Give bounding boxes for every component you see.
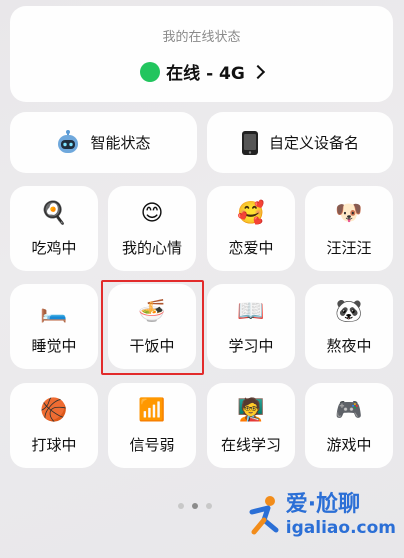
smart-status-button[interactable]: 智能状态 (10, 112, 197, 173)
custom-device-name-label: 自定义设备名 (268, 134, 359, 152)
status-tile-11[interactable]: 🧑‍🏫 在线学习 (207, 383, 295, 468)
custom-device-name-button[interactable]: 自定义设备名 (207, 112, 393, 173)
status-tile-4[interactable]: 🐶 汪汪汪 (305, 186, 393, 271)
status-tile-label: 信号弱 (129, 436, 175, 454)
status-value: 在线 - 4G (166, 64, 245, 84)
status-tile-label: 汪汪汪 (326, 239, 372, 257)
page-dot (178, 503, 184, 509)
status-tile-10[interactable]: 📶 信号弱 (108, 383, 196, 468)
status-tile-2[interactable]: 😊 我的心情 (108, 186, 196, 271)
chicken-pan-icon: 🍳 (40, 201, 68, 226)
status-tile-label: 恋爱中 (228, 239, 274, 257)
watermark-domain: igaliao.com (285, 518, 396, 538)
page-dot (206, 503, 212, 509)
online-study-icon: 🧑‍🏫 (237, 398, 265, 423)
basketball-icon: 🏀 (40, 398, 68, 423)
in-love-icon: 🥰 (237, 201, 265, 226)
watermark: 爱·尬聊 igaliao.com (246, 492, 396, 538)
dog-icon: 🐶 (335, 201, 363, 226)
status-tile-1[interactable]: 🍳 吃鸡中 (10, 186, 98, 271)
status-tile-label: 打球中 (31, 436, 77, 454)
status-tile-9[interactable]: 🏀 打球中 (10, 383, 98, 468)
gamepad-icon: 🎮 (335, 398, 363, 423)
book-icon: 📖 (237, 299, 265, 324)
status-tile-12[interactable]: 🎮 游戏中 (305, 383, 393, 468)
page-indicator (178, 503, 212, 509)
status-tile-label: 吃鸡中 (31, 239, 77, 257)
smart-status-label: 智能状态 (90, 134, 151, 152)
status-tile-label: 我的心情 (121, 239, 182, 257)
robot-icon (58, 129, 79, 153)
status-row[interactable]: 在线 - 4G (10, 59, 393, 84)
runner-logo-icon (249, 496, 279, 535)
chevron-right-icon (250, 64, 265, 79)
highlight-box (101, 280, 204, 375)
panda-icon: 🐼 (335, 299, 363, 324)
status-tile-8[interactable]: 🐼 熬夜中 (305, 284, 393, 369)
status-tile-label: 熬夜中 (326, 337, 372, 355)
online-dot-icon (140, 61, 161, 82)
status-tile-label: 在线学习 (220, 436, 281, 454)
status-tile-7[interactable]: 📖 学习中 (207, 284, 295, 369)
bed-icon: 🛏️ (40, 299, 68, 324)
status-tile-label: 学习中 (228, 337, 274, 355)
status-tile-5[interactable]: 🛏️ 睡觉中 (10, 284, 98, 369)
mood-icon: 😊 (140, 201, 164, 226)
status-tile-label: 游戏中 (326, 436, 372, 454)
phone-icon (241, 130, 258, 155)
status-caption: 我的在线状态 (162, 30, 241, 45)
watermark-brand: 爱·尬聊 (285, 492, 361, 517)
status-tile-label: 睡觉中 (31, 337, 77, 355)
signal-icon: 📶 (138, 398, 166, 423)
online-status-card[interactable]: 我的在线状态 在线 - 4G (10, 6, 393, 102)
page-dot-active (192, 503, 198, 509)
status-tile-3[interactable]: 🥰 恋爱中 (207, 186, 295, 271)
